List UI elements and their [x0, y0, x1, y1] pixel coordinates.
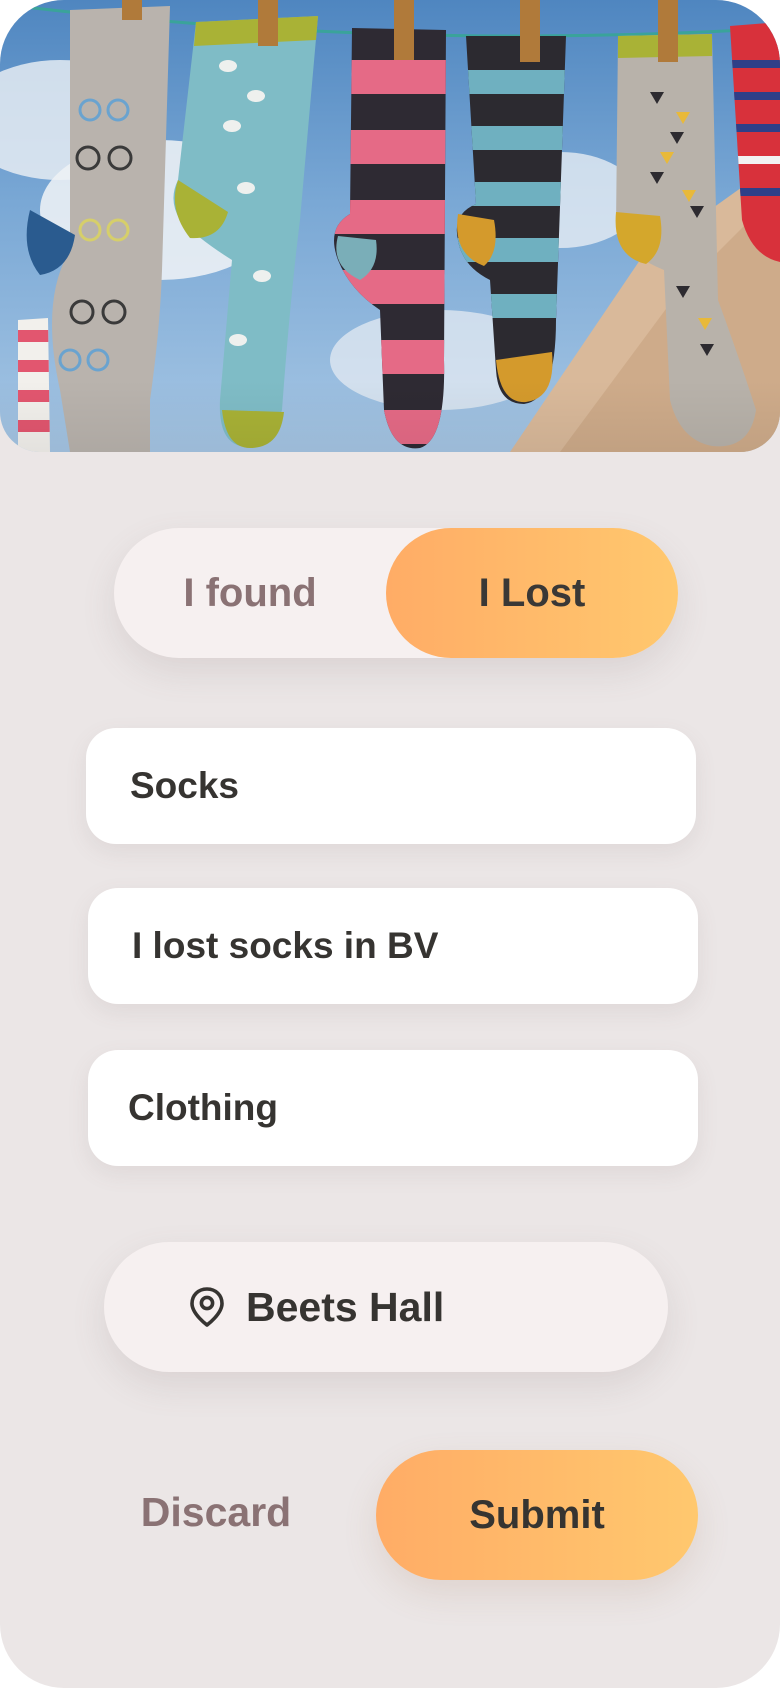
- report-item-screen: I found I Lost Socks I lost socks in BV …: [0, 0, 780, 1688]
- location-button[interactable]: Beets Hall: [104, 1242, 668, 1372]
- toggle-option-lost-selected[interactable]: I Lost: [386, 528, 678, 658]
- location-label: Beets Hall: [246, 1283, 445, 1330]
- toggle-option-found[interactable]: I found: [114, 528, 386, 658]
- socks-on-clothesline-photo: [0, 0, 780, 452]
- map-pin-icon: [188, 1287, 226, 1327]
- item-name-field[interactable]: Socks: [86, 728, 696, 844]
- hero-image: [0, 0, 780, 452]
- description-field[interactable]: I lost socks in BV: [88, 888, 698, 1004]
- submit-button[interactable]: Submit: [376, 1450, 698, 1580]
- category-field[interactable]: Clothing: [88, 1050, 698, 1166]
- discard-button[interactable]: Discard: [116, 1470, 316, 1554]
- report-type-toggle: I found I Lost: [114, 528, 678, 658]
